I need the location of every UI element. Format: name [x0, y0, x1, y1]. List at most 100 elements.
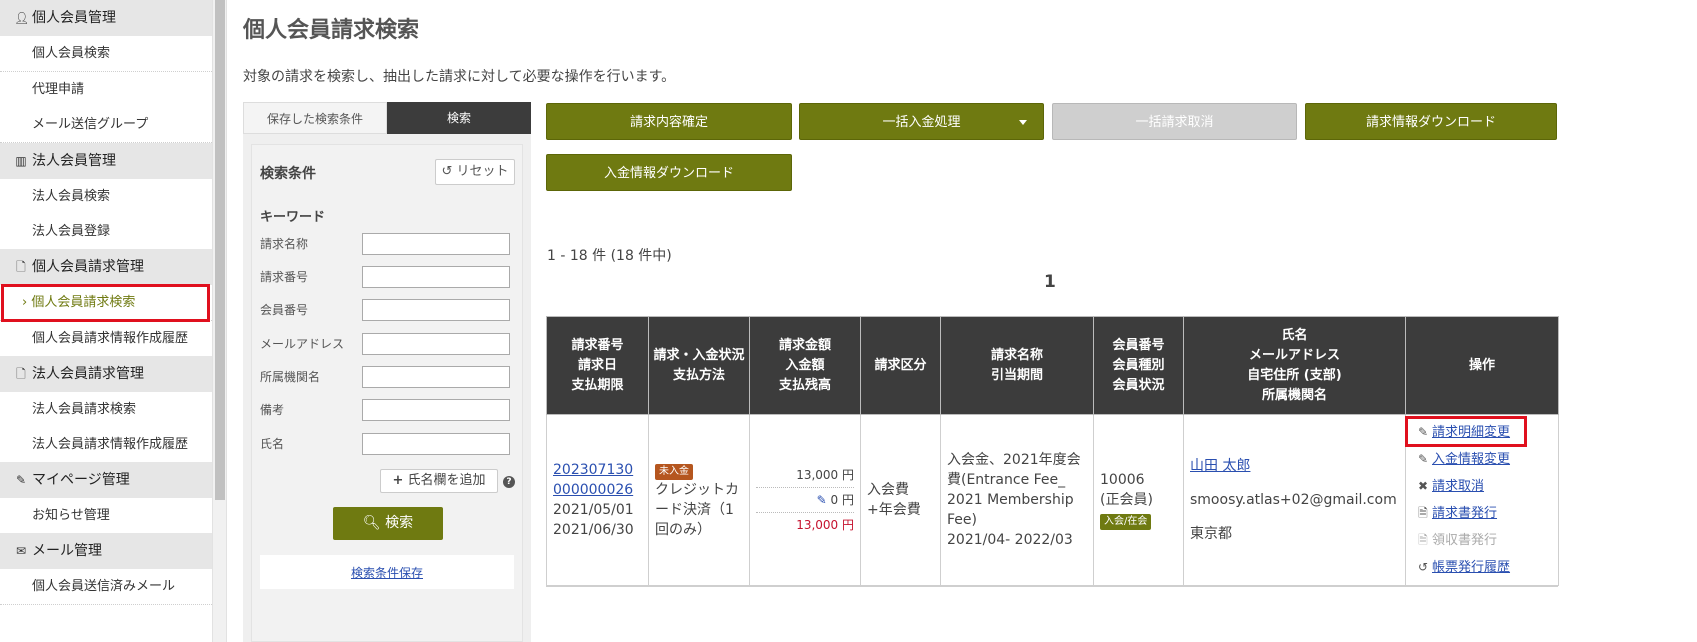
field-label-name: 氏名: [260, 437, 285, 451]
cell-person: 山田 太郎 smoosy.atlas+02@gmail.com 東京都: [1183, 414, 1406, 586]
op-issue-invoice[interactable]: 🗎︎ 請求書発行: [1416, 500, 1552, 527]
name-input[interactable]: [362, 433, 510, 455]
add-name-label: 氏名欄を追加: [407, 473, 486, 488]
sidebar-item-news-management[interactable]: お知らせ管理: [0, 498, 212, 534]
col-category: 請求区分: [860, 316, 941, 415]
col-amount: 請求金額 入金額 支払残高: [749, 316, 861, 415]
section-title: 法人会員管理: [32, 153, 116, 169]
member-address: 東京都: [1190, 526, 1232, 542]
sidebar-item-individual-member-search[interactable]: 個人会員検索: [0, 36, 212, 72]
caret-down-icon: [1019, 120, 1027, 125]
invoice-name: 入会金、2021年度会費(Entrance Fee_ 2021 Membersh…: [947, 452, 1081, 528]
document-icon: 🗋︎: [16, 367, 26, 381]
page-description: 対象の請求を検索し、抽出した請求に対して必要な操作を行います。: [243, 69, 676, 85]
search-form: 検索条件 ↺ リセット キーワード 請求名称 請求番号 会員番号 メールアドレス…: [251, 144, 523, 642]
member-email: smoosy.atlas+02@gmail.com: [1190, 492, 1397, 508]
paid-amount-row: ✎ 0 円: [756, 487, 854, 512]
building-icon: ▥: [15, 154, 27, 168]
sidebar-item-corporate-billing-history[interactable]: 法人会員請求情報作成履歴: [0, 427, 212, 463]
bulk-payment-button[interactable]: 一括入金処理: [799, 103, 1044, 140]
section-title: マイページ管理: [32, 472, 130, 488]
invoice-number-link[interactable]: 202307130000000026: [553, 462, 633, 498]
sidebar-section-corporate-members[interactable]: ▥ 法人会員管理: [0, 143, 212, 179]
table-header-row: 請求番号 請求日 支払期限 請求・入金状況 支払方法 請求金額 入金額 支払残高 請求区分…: [546, 316, 1559, 415]
sidebar-item-corporate-member-register[interactable]: 法人会員登録: [0, 214, 212, 250]
sidebar-scrollbar[interactable]: [212, 0, 227, 642]
due-date: 2021/06/30: [553, 522, 634, 538]
col-invoice-name: 請求名称 引当期間: [940, 316, 1094, 415]
search-label: 検索: [385, 515, 414, 531]
field-label-member-number: 会員番号: [260, 303, 309, 317]
search-button[interactable]: 🔍︎ 検索: [333, 507, 443, 540]
scrollbar-thumb[interactable]: [215, 0, 225, 500]
sidebar-item-corporate-billing-search[interactable]: 法人会員請求検索: [0, 392, 212, 428]
tab-saved-conditions[interactable]: 保存した検索条件: [243, 102, 387, 134]
paid-amount: 0 円: [830, 493, 854, 507]
section-title: 個人会員請求管理: [32, 259, 144, 275]
allocation-period: 2021/04- 2022/03: [947, 532, 1073, 548]
section-title: 個人会員管理: [32, 10, 116, 26]
pencil-icon: ✎: [15, 473, 27, 487]
email-input[interactable]: [362, 333, 510, 355]
member-name-link[interactable]: 山田 太郎: [1190, 458, 1250, 474]
cell-member: 10006 (正会員) 入会/在会: [1093, 414, 1184, 586]
sidebar-item-corporate-member-search[interactable]: 法人会員検索: [0, 179, 212, 215]
invoice-name-input[interactable]: [362, 233, 510, 255]
cell-category: 入会費+年会費: [860, 414, 941, 586]
cell-invoice-name: 入会金、2021年度会費(Entrance Fee_ 2021 Membersh…: [940, 414, 1094, 586]
organization-input[interactable]: [362, 366, 510, 388]
reset-button[interactable]: ↺ リセット: [435, 159, 515, 185]
page-number[interactable]: 1: [1044, 272, 1056, 292]
invoice-amount: 13,000 円: [796, 468, 854, 482]
search-panel: 保存した検索条件 検索 検索条件 ↺ リセット キーワード 請求名称 請求番号 …: [243, 102, 531, 642]
field-label-invoice-number: 請求番号: [260, 270, 309, 284]
sidebar-section-mypage[interactable]: ✎ マイページ管理: [0, 462, 212, 498]
sidebar-section-individual-members[interactable]: 👤︎ 個人会員管理: [0, 0, 212, 36]
notes-input[interactable]: [362, 399, 510, 421]
sidebar-item-individual-billing-history[interactable]: 個人会員請求情報作成履歴: [0, 321, 212, 357]
result-count: 1 - 18 件 (18 件中): [547, 248, 672, 264]
field-label-organization: 所属機関名: [260, 370, 321, 384]
invoice-download-button[interactable]: 請求情報ダウンロード: [1305, 103, 1557, 140]
invoice-number-input[interactable]: [362, 266, 510, 288]
document-icon: 🗋︎: [16, 260, 26, 274]
cell-amount: 13,000 円 ✎ 0 円 13,000 円: [749, 414, 861, 586]
sidebar-item-proxy-application[interactable]: 代理申請: [0, 72, 212, 108]
save-conditions-link[interactable]: 検索条件保存: [260, 564, 514, 581]
op-issue-receipt: 🗎︎ 領収書発行: [1416, 527, 1552, 554]
col-operations: 操作: [1405, 316, 1559, 415]
col-member: 会員番号 会員種別 会員状況: [1093, 316, 1184, 415]
highlight-box-sidebar: [1, 284, 210, 322]
sidebar-section-individual-billing[interactable]: 🗋︎ 個人会員請求管理: [0, 249, 212, 285]
member-type: (正会員): [1100, 492, 1153, 508]
status-badge: 未入金: [655, 464, 693, 480]
history-icon: ↺: [1417, 560, 1429, 574]
confirm-invoice-button[interactable]: 請求内容確定: [546, 103, 792, 140]
document-icon: 🗎︎: [1418, 533, 1428, 547]
help-icon[interactable]: ?: [503, 476, 515, 488]
page-title: 個人会員請求検索: [243, 18, 420, 43]
sidebar-section-mail[interactable]: ✉ メール管理: [0, 533, 212, 569]
document-icon: 🗎︎: [1418, 506, 1428, 520]
bulk-payment-label: 一括入金処理: [882, 115, 961, 130]
highlight-box-edit-details: [1405, 416, 1527, 447]
tab-search[interactable]: 検索: [387, 102, 531, 134]
mail-icon: ✉: [15, 544, 27, 558]
member-status-badge: 入会/在会: [1100, 514, 1152, 530]
field-label-email: メールアドレス: [260, 337, 345, 351]
table-bottom-divider: [546, 586, 1558, 587]
member-number-input[interactable]: [362, 299, 510, 321]
cell-status: 未入金 クレジットカード決済（1回のみ）: [648, 414, 750, 586]
sidebar-section-corporate-billing[interactable]: 🗋︎ 法人会員請求管理: [0, 356, 212, 392]
op-form-history[interactable]: ↺ 帳票発行履歴: [1416, 554, 1552, 581]
cell-invoice: 202307130000000026 2021/05/01 2021/06/30: [546, 414, 649, 586]
op-edit-payment-info[interactable]: ✎ 入金情報変更: [1416, 446, 1552, 473]
keyword-title: キーワード: [260, 210, 326, 225]
payment-download-button[interactable]: 入金情報ダウンロード: [546, 154, 792, 191]
sidebar-item-sent-mail[interactable]: 個人会員送信済みメール: [0, 569, 212, 605]
add-name-field-button[interactable]: + 氏名欄を追加: [380, 469, 498, 493]
invoice-date: 2021/05/01: [553, 502, 634, 518]
op-cancel-invoice[interactable]: ✖ 請求取消: [1416, 473, 1552, 500]
pencil-icon[interactable]: ✎: [817, 493, 827, 507]
sidebar-item-mail-group[interactable]: メール送信グループ: [0, 107, 212, 143]
